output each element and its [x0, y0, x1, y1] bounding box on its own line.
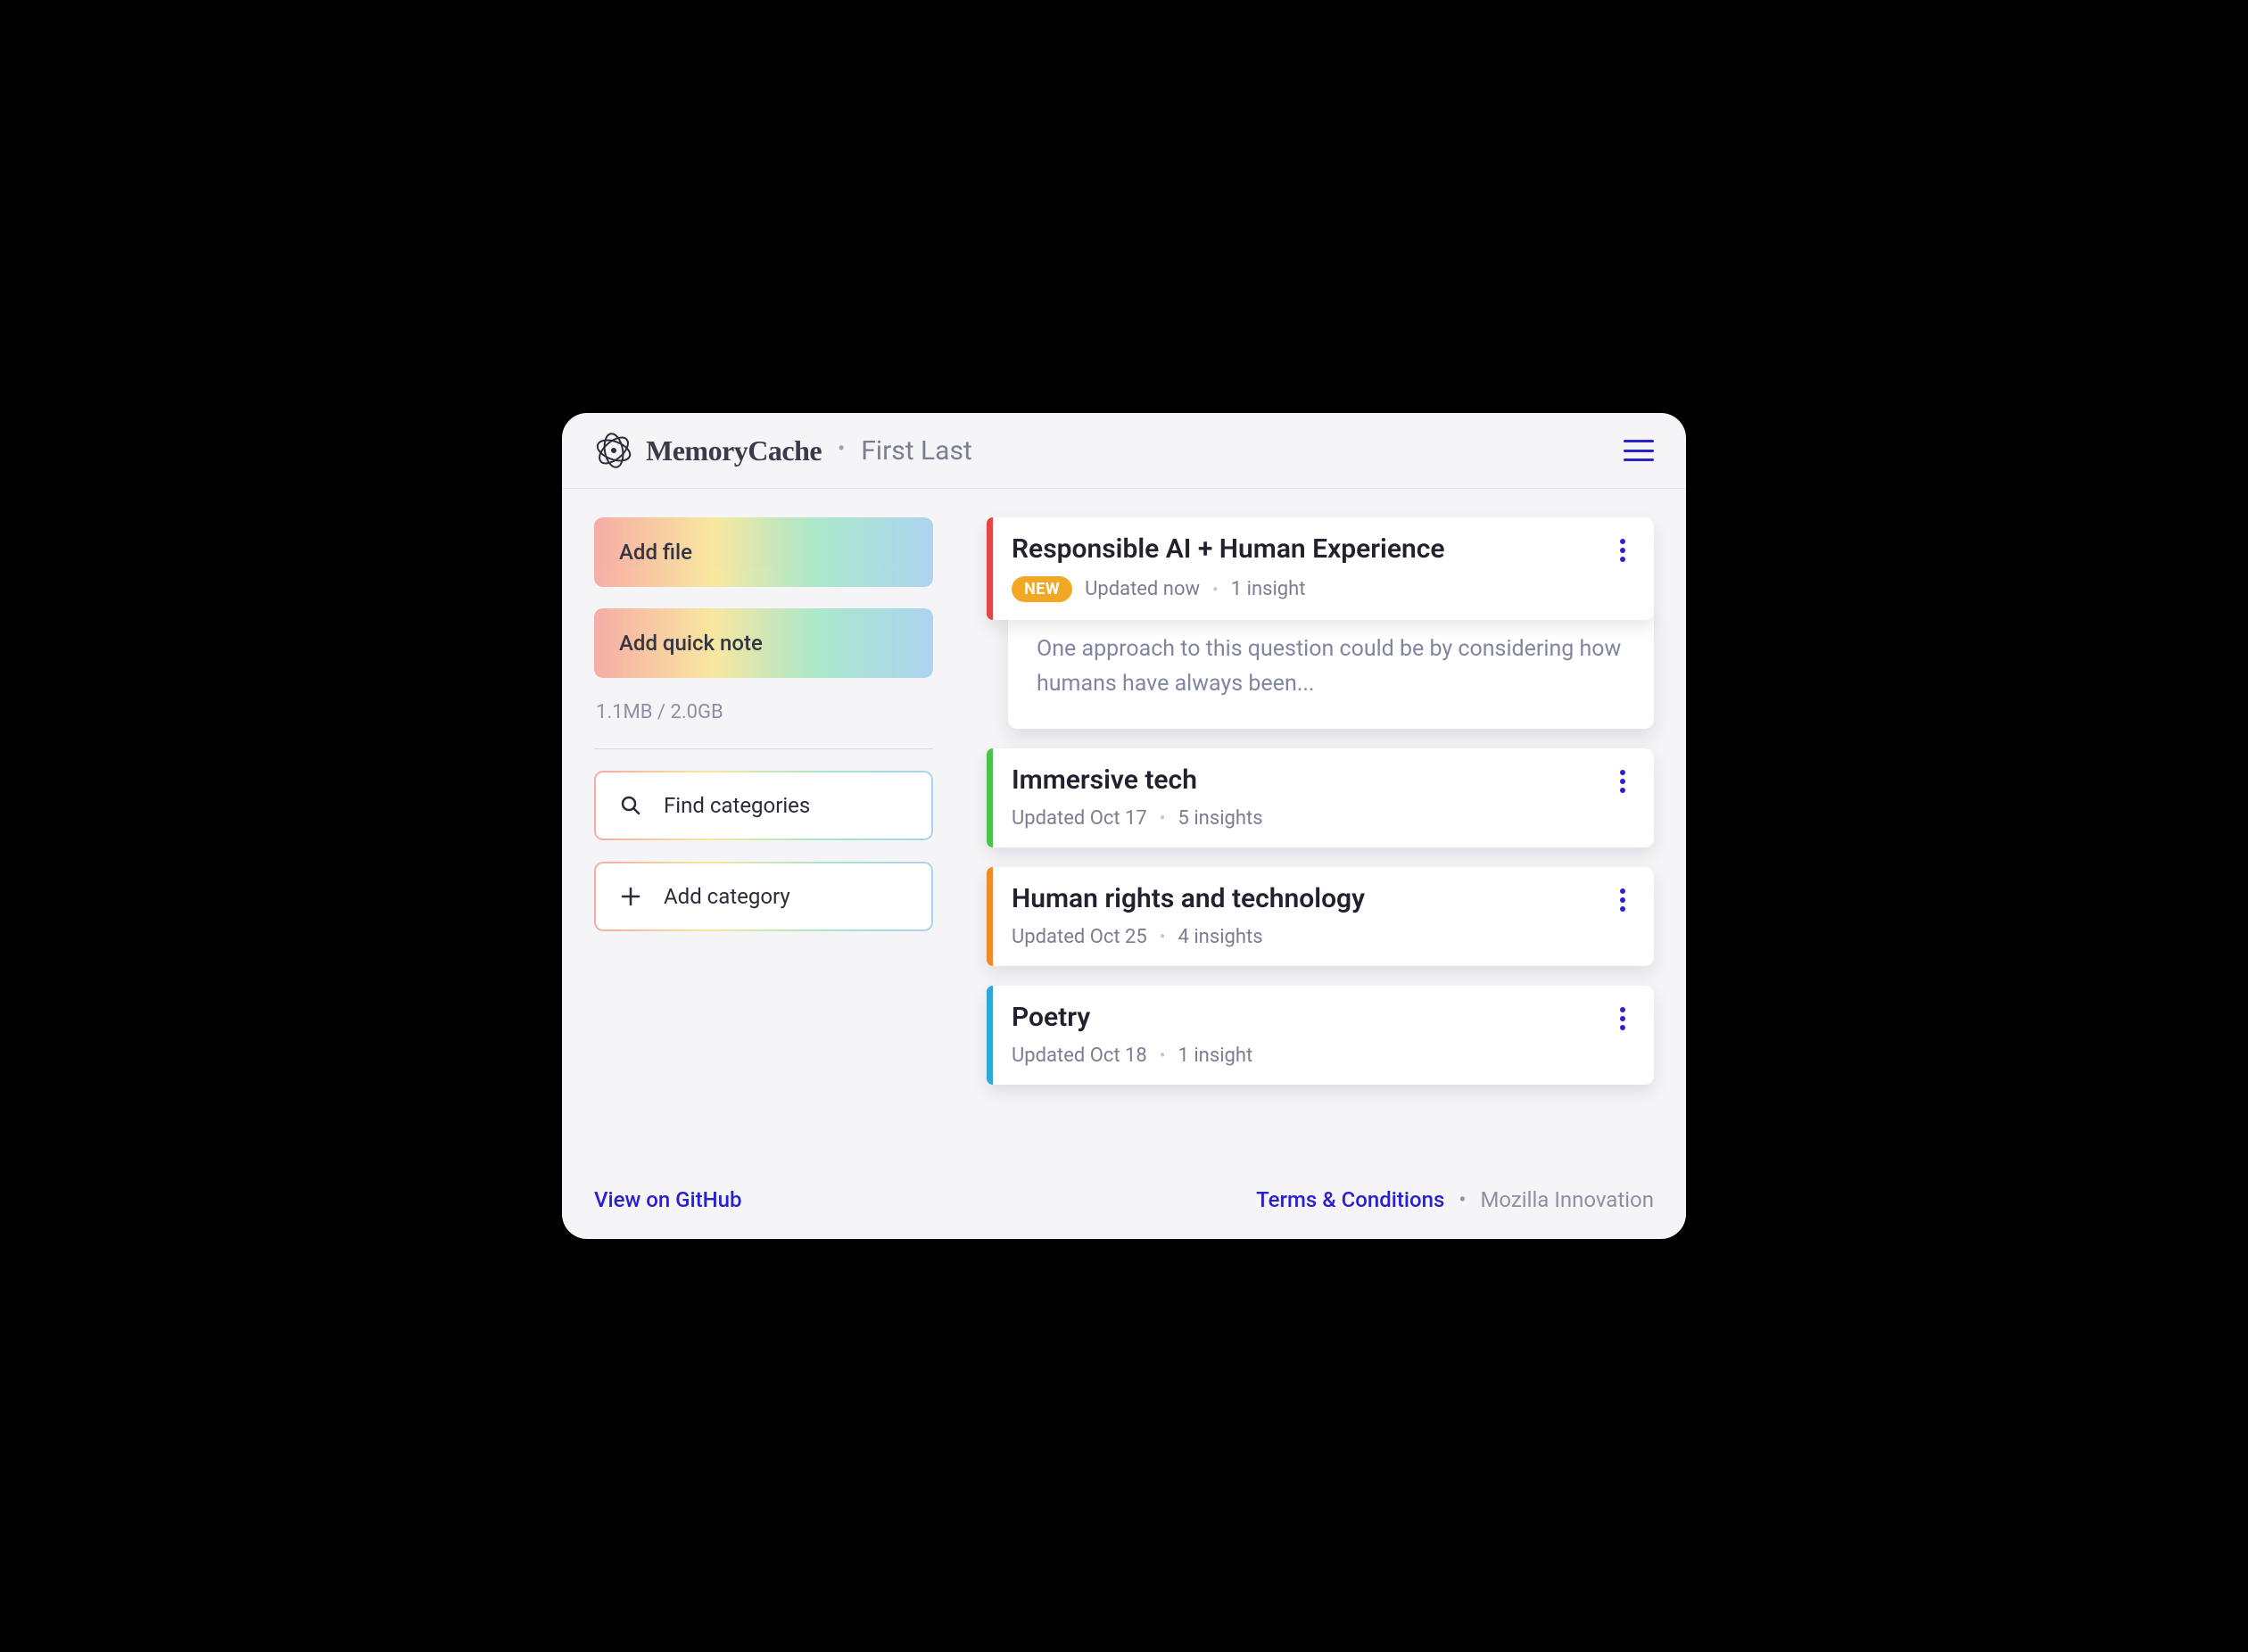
insight-preview[interactable]: One approach to this question could be b… — [1008, 609, 1654, 729]
sidebar-divider — [594, 748, 933, 749]
terms-link[interactable]: Terms & Conditions — [1256, 1187, 1444, 1212]
add-category-button[interactable]: Add category — [594, 862, 933, 931]
category-card[interactable]: Responsible AI + Human Experience NEW Up… — [987, 517, 1654, 620]
insights-count: 5 insights — [1178, 807, 1263, 830]
add-note-label: Add quick note — [619, 631, 763, 656]
category-meta: NEW Updated now • 1 insight — [1012, 576, 1629, 602]
meta-separator: • — [1160, 1045, 1166, 1066]
main-content: Add file Add quick note 1.1MB / 2.0GB Fi… — [562, 489, 1686, 1171]
storage-usage: 1.1MB / 2.0GB — [594, 699, 933, 723]
meta-separator: • — [1160, 926, 1166, 947]
user-name: First Last — [861, 435, 972, 467]
brand-name: MemoryCache — [646, 434, 822, 467]
category-card[interactable]: Human rights and technology Updated Oct … — [987, 867, 1654, 966]
meta-separator: • — [1160, 807, 1166, 829]
sidebar: Add file Add quick note 1.1MB / 2.0GB Fi… — [594, 517, 933, 1162]
org-label: Mozilla Innovation — [1480, 1187, 1654, 1212]
card-menu-button[interactable] — [1616, 883, 1629, 917]
add-file-button[interactable]: Add file — [594, 517, 933, 587]
find-categories-label: Find categories — [664, 793, 810, 818]
category-title: Poetry — [1012, 1002, 1090, 1033]
header-separator: • — [834, 436, 848, 465]
category-title: Immersive tech — [1012, 764, 1197, 796]
card-menu-button[interactable] — [1616, 1002, 1629, 1036]
header: MemoryCache • First Last — [562, 413, 1686, 489]
category-title: Human rights and technology — [1012, 883, 1365, 914]
insights-count: 1 insight — [1231, 578, 1306, 600]
github-link[interactable]: View on GitHub — [594, 1187, 742, 1212]
updated-label: Updated now — [1085, 578, 1200, 600]
new-badge: NEW — [1012, 576, 1072, 602]
meta-separator: • — [1212, 579, 1219, 600]
updated-label: Updated Oct 18 — [1012, 1045, 1147, 1067]
insights-count: 4 insights — [1178, 926, 1263, 948]
card-menu-button[interactable] — [1616, 533, 1629, 567]
header-left: MemoryCache • First Last — [594, 431, 972, 470]
add-file-label: Add file — [619, 540, 692, 565]
category-meta: Updated Oct 25 • 4 insights — [1012, 926, 1629, 948]
category-title: Responsible AI + Human Experience — [1012, 533, 1445, 565]
menu-button[interactable] — [1624, 440, 1654, 461]
category-list: Responsible AI + Human Experience NEW Up… — [987, 517, 1654, 1162]
updated-label: Updated Oct 17 — [1012, 807, 1147, 830]
add-quick-note-button[interactable]: Add quick note — [594, 608, 933, 678]
footer-separator: • — [1459, 1187, 1466, 1212]
insights-count: 1 insight — [1178, 1045, 1253, 1067]
category-card[interactable]: Immersive tech Updated Oct 17 • 5 insigh… — [987, 748, 1654, 847]
logo-icon — [594, 431, 633, 470]
app-window: MemoryCache • First Last Add file Add qu… — [562, 413, 1686, 1239]
category-meta: Updated Oct 17 • 5 insights — [1012, 807, 1629, 830]
plus-icon — [619, 885, 642, 908]
category-meta: Updated Oct 18 • 1 insight — [1012, 1045, 1629, 1067]
card-menu-button[interactable] — [1616, 764, 1629, 798]
footer: View on GitHub Terms & Conditions • Mozi… — [562, 1171, 1686, 1239]
find-categories-button[interactable]: Find categories — [594, 771, 933, 840]
search-icon — [619, 794, 642, 817]
add-category-label: Add category — [664, 884, 790, 909]
updated-label: Updated Oct 25 — [1012, 926, 1147, 948]
category-card[interactable]: Poetry Updated Oct 18 • 1 insight — [987, 986, 1654, 1085]
